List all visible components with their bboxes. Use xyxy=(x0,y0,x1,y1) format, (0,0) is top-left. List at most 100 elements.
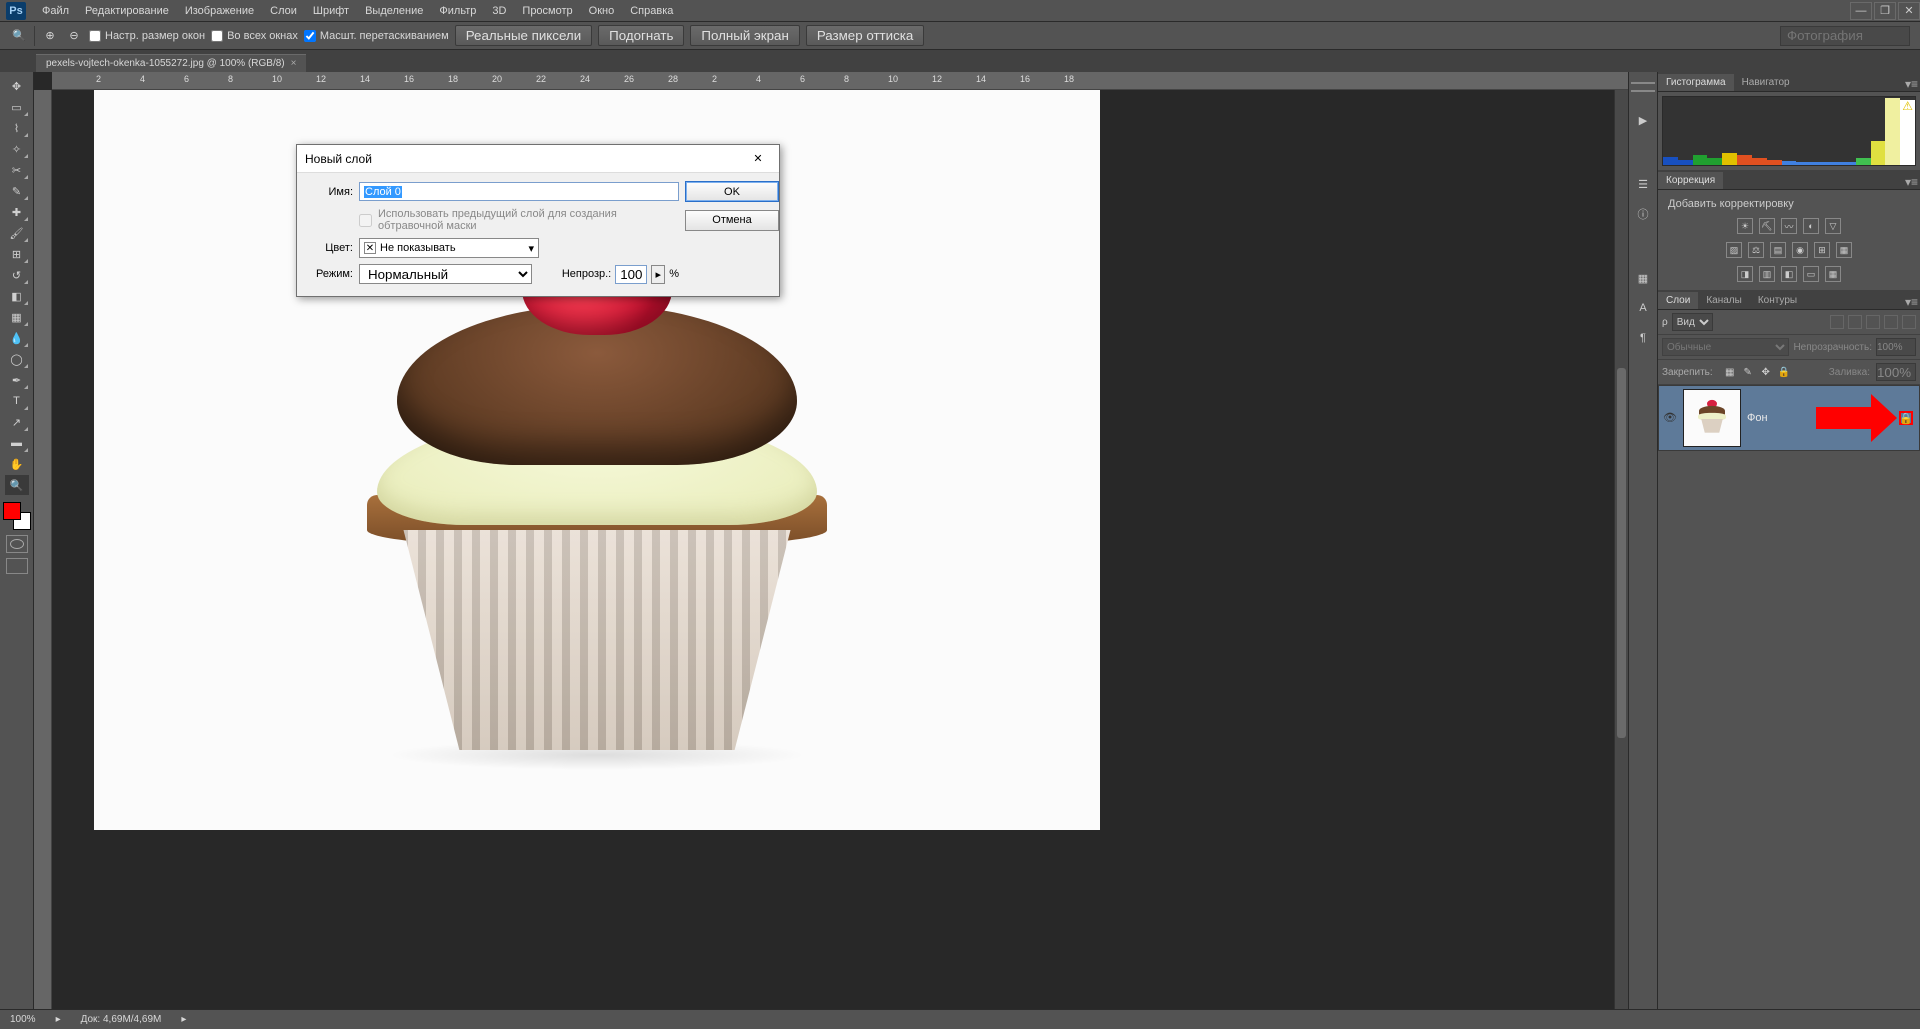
quick-mask-icon[interactable] xyxy=(6,535,28,553)
tab-channels[interactable]: Каналы xyxy=(1698,292,1750,309)
brightness-icon[interactable]: ☀ xyxy=(1737,218,1753,234)
selective-color-icon[interactable]: ▦ xyxy=(1825,266,1841,282)
library-search-input[interactable] xyxy=(1780,26,1910,46)
move-tool-icon[interactable]: ✥ xyxy=(5,76,29,96)
print-size-button[interactable]: Размер оттиска xyxy=(806,25,925,46)
lasso-tool-icon[interactable]: ⌇ xyxy=(5,118,29,138)
magic-wand-tool-icon[interactable]: ✧ xyxy=(5,139,29,159)
all-windows-checkbox[interactable]: Во всех окнах xyxy=(211,30,298,42)
path-select-tool-icon[interactable]: ↗ xyxy=(5,412,29,432)
layer-row-background[interactable]: 👁 Фон 🔒 xyxy=(1658,385,1920,451)
curves-icon[interactable]: 〰 xyxy=(1781,218,1797,234)
character-icon[interactable]: A xyxy=(1634,300,1652,316)
panel-menu-icon[interactable]: ▾≡ xyxy=(1905,175,1918,189)
clone-stamp-tool-icon[interactable]: ⊞ xyxy=(5,244,29,264)
photo-filter-icon[interactable]: ◉ xyxy=(1792,242,1808,258)
paragraph-icon[interactable]: ¶ xyxy=(1634,330,1652,346)
crop-tool-icon[interactable]: ✂ xyxy=(5,160,29,180)
cancel-button[interactable]: Отмена xyxy=(685,210,779,231)
panel-menu-icon[interactable]: ▾≡ xyxy=(1905,77,1918,91)
filter-adjust-icon[interactable] xyxy=(1848,315,1862,329)
marquee-tool-icon[interactable]: ▭ xyxy=(5,97,29,117)
opacity-flyout-icon[interactable]: ▸ xyxy=(651,265,665,284)
close-tab-icon[interactable]: × xyxy=(291,58,297,69)
layer-lock-icon[interactable]: 🔒 xyxy=(1899,411,1913,425)
window-close-button[interactable]: ✕ xyxy=(1898,2,1920,20)
fill-input[interactable] xyxy=(1876,363,1916,381)
menu-filter[interactable]: Фильтр xyxy=(431,2,484,20)
type-tool-icon[interactable]: T xyxy=(5,391,29,411)
channel-mixer-icon[interactable]: ⊞ xyxy=(1814,242,1830,258)
window-minimize-button[interactable]: — xyxy=(1850,2,1872,20)
info-icon[interactable]: ⓘ xyxy=(1634,206,1652,222)
opacity-input[interactable] xyxy=(1876,338,1916,356)
menu-view[interactable]: Просмотр xyxy=(514,2,580,20)
menu-help[interactable]: Справка xyxy=(622,2,681,20)
invert-icon[interactable]: ◨ xyxy=(1737,266,1753,282)
lock-transparency-icon[interactable]: ▦ xyxy=(1723,365,1737,379)
color-balance-icon[interactable]: ⚖ xyxy=(1748,242,1764,258)
color-swatches[interactable] xyxy=(3,502,31,530)
filter-type-icon[interactable] xyxy=(1866,315,1880,329)
dodge-tool-icon[interactable]: ◯ xyxy=(5,349,29,369)
layer-color-select[interactable]: ✕Не показывать▾ xyxy=(359,238,539,258)
blend-mode-select[interactable]: Нормальный xyxy=(359,264,532,284)
vibrance-icon[interactable]: ▽ xyxy=(1825,218,1841,234)
tab-paths[interactable]: Контуры xyxy=(1750,292,1805,309)
menu-image[interactable]: Изображение xyxy=(177,2,262,20)
menu-window[interactable]: Окно xyxy=(581,2,623,20)
tab-histogram[interactable]: Гистограмма xyxy=(1658,74,1734,91)
properties-icon[interactable]: ☰ xyxy=(1634,176,1652,192)
opacity-input[interactable] xyxy=(615,265,647,284)
menu-layers[interactable]: Слои xyxy=(262,2,305,20)
layer-filter-select[interactable]: Вид xyxy=(1672,313,1713,331)
menu-file[interactable]: Файл xyxy=(34,2,77,20)
filter-pixel-icon[interactable] xyxy=(1830,315,1844,329)
layer-name-input[interactable]: Слой 0 xyxy=(359,182,679,201)
scrubby-zoom-checkbox[interactable]: Масшт. перетаскиванием xyxy=(304,30,449,42)
zoom-tool-icon[interactable]: 🔍 xyxy=(5,475,29,495)
tab-adjustments[interactable]: Коррекция xyxy=(1658,172,1723,189)
layer-visibility-icon[interactable]: 👁 xyxy=(1663,411,1677,425)
lookup-icon[interactable]: ▦ xyxy=(1836,242,1852,258)
shape-tool-icon[interactable]: ▬ xyxy=(5,433,29,453)
hue-icon[interactable]: ▨ xyxy=(1726,242,1742,258)
threshold-icon[interactable]: ◧ xyxy=(1781,266,1797,282)
blend-mode-select[interactable]: Обычные xyxy=(1662,338,1789,356)
fg-color-swatch[interactable] xyxy=(3,502,21,520)
gradient-map-icon[interactable]: ▭ xyxy=(1803,266,1819,282)
ok-button[interactable]: OK xyxy=(685,181,779,202)
menu-select[interactable]: Выделение xyxy=(357,2,431,20)
dialog-close-button[interactable]: ✕ xyxy=(745,148,771,170)
swatches-icon[interactable]: ▦ xyxy=(1634,270,1652,286)
arrow-icon[interactable]: ▸ xyxy=(56,1014,61,1025)
pen-tool-icon[interactable]: ✒ xyxy=(5,370,29,390)
history-brush-tool-icon[interactable]: ↺ xyxy=(5,265,29,285)
resize-windows-checkbox[interactable]: Настр. размер окон xyxy=(89,30,205,42)
menu-edit[interactable]: Редактирование xyxy=(77,2,177,20)
zoom-tool-icon[interactable]: 🔍 xyxy=(10,27,28,45)
menu-3d[interactable]: 3D xyxy=(484,2,514,20)
blur-tool-icon[interactable]: 💧 xyxy=(5,328,29,348)
layer-thumbnail[interactable] xyxy=(1683,389,1741,447)
menu-type[interactable]: Шрифт xyxy=(305,2,357,20)
full-screen-button[interactable]: Полный экран xyxy=(690,25,799,46)
tab-layers[interactable]: Слои xyxy=(1658,292,1698,309)
play-icon[interactable]: ▶ xyxy=(1634,112,1652,128)
zoom-level[interactable]: 100% xyxy=(10,1014,36,1025)
panel-menu-icon[interactable]: ▾≡ xyxy=(1905,295,1918,309)
document-tab[interactable]: pexels-vojtech-okenka-1055272.jpg @ 100%… xyxy=(36,54,306,72)
layer-name-label[interactable]: Фон xyxy=(1747,412,1768,424)
gradient-tool-icon[interactable]: ▦ xyxy=(5,307,29,327)
brush-tool-icon[interactable]: 🖌 xyxy=(5,223,29,243)
actual-pixels-button[interactable]: Реальные пиксели xyxy=(455,25,592,46)
eraser-tool-icon[interactable]: ◧ xyxy=(5,286,29,306)
healing-brush-tool-icon[interactable]: ✚ xyxy=(5,202,29,222)
eyedropper-tool-icon[interactable]: ✎ xyxy=(5,181,29,201)
zoom-out-icon[interactable]: ⊖ xyxy=(65,27,83,45)
lock-position-icon[interactable]: ✥ xyxy=(1759,365,1773,379)
bw-icon[interactable]: ▤ xyxy=(1770,242,1786,258)
filter-shape-icon[interactable] xyxy=(1884,315,1898,329)
window-maximize-button[interactable]: ❐ xyxy=(1874,2,1896,20)
filter-smart-icon[interactable] xyxy=(1902,315,1916,329)
